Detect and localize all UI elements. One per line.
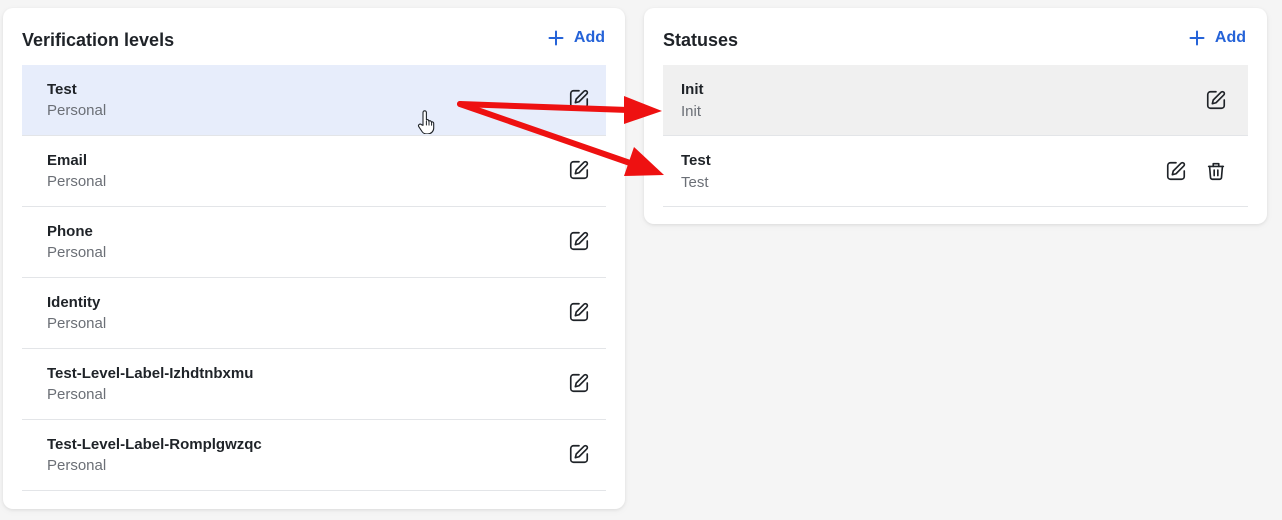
list-item-subtitle: Personal	[47, 315, 107, 332]
add-verification-level-button[interactable]: Add	[548, 26, 605, 50]
list-item[interactable]: Init Init	[663, 65, 1248, 136]
verification-levels-list: Test Personal Email Personal Phone Perso…	[22, 65, 606, 491]
list-item-title: Phone	[47, 223, 93, 240]
plus-icon	[1189, 30, 1205, 46]
list-item-title: Test	[47, 81, 77, 98]
list-item[interactable]: Email Personal	[22, 136, 606, 207]
pencil-icon[interactable]	[1165, 160, 1187, 182]
list-item[interactable]: Phone Personal	[22, 207, 606, 278]
verification-levels-panel: Verification levels Add Test Personal Em…	[3, 8, 625, 509]
list-item-subtitle: Init	[681, 103, 702, 120]
pencil-icon[interactable]	[568, 230, 590, 252]
pencil-icon[interactable]	[1205, 89, 1227, 111]
list-item[interactable]: Test Test	[663, 136, 1248, 207]
list-item-subtitle: Personal	[47, 457, 107, 474]
list-item-title: Identity	[47, 294, 101, 311]
add-status-button[interactable]: Add	[1189, 26, 1246, 50]
list-item-title: Test	[681, 152, 711, 169]
list-item[interactable]: Test Personal	[22, 65, 606, 136]
pencil-icon[interactable]	[568, 88, 590, 110]
add-label: Add	[573, 29, 605, 46]
statuses-panel: Statuses Add Init Init Test Test	[644, 8, 1267, 224]
pencil-icon[interactable]	[568, 159, 590, 181]
list-item[interactable]: Test-Level-Label-Romplgwzqc Personal	[22, 420, 606, 491]
list-item[interactable]: Test-Level-Label-Izhdtnbxmu Personal	[22, 349, 606, 420]
list-item-title: Email	[47, 152, 88, 169]
pencil-icon[interactable]	[568, 443, 590, 465]
statuses-title: Statuses	[663, 30, 739, 50]
list-item-subtitle: Test	[681, 174, 709, 191]
list-item-subtitle: Personal	[47, 173, 107, 190]
statuses-list: Init Init Test Test	[663, 65, 1248, 207]
list-item-title: Test-Level-Label-Romplgwzqc	[47, 436, 262, 453]
trash-icon[interactable]	[1205, 160, 1227, 182]
list-item-subtitle: Personal	[47, 386, 107, 403]
add-label: Add	[1214, 29, 1246, 46]
list-item-subtitle: Personal	[47, 244, 107, 261]
plus-icon	[548, 30, 564, 46]
verification-levels-title: Verification levels	[22, 30, 175, 50]
list-item-title: Init	[681, 81, 704, 98]
pencil-icon[interactable]	[568, 372, 590, 394]
list-item-subtitle: Personal	[47, 102, 107, 119]
pencil-icon[interactable]	[568, 301, 590, 323]
list-item-title: Test-Level-Label-Izhdtnbxmu	[47, 365, 254, 382]
list-item[interactable]: Identity Personal	[22, 278, 606, 349]
